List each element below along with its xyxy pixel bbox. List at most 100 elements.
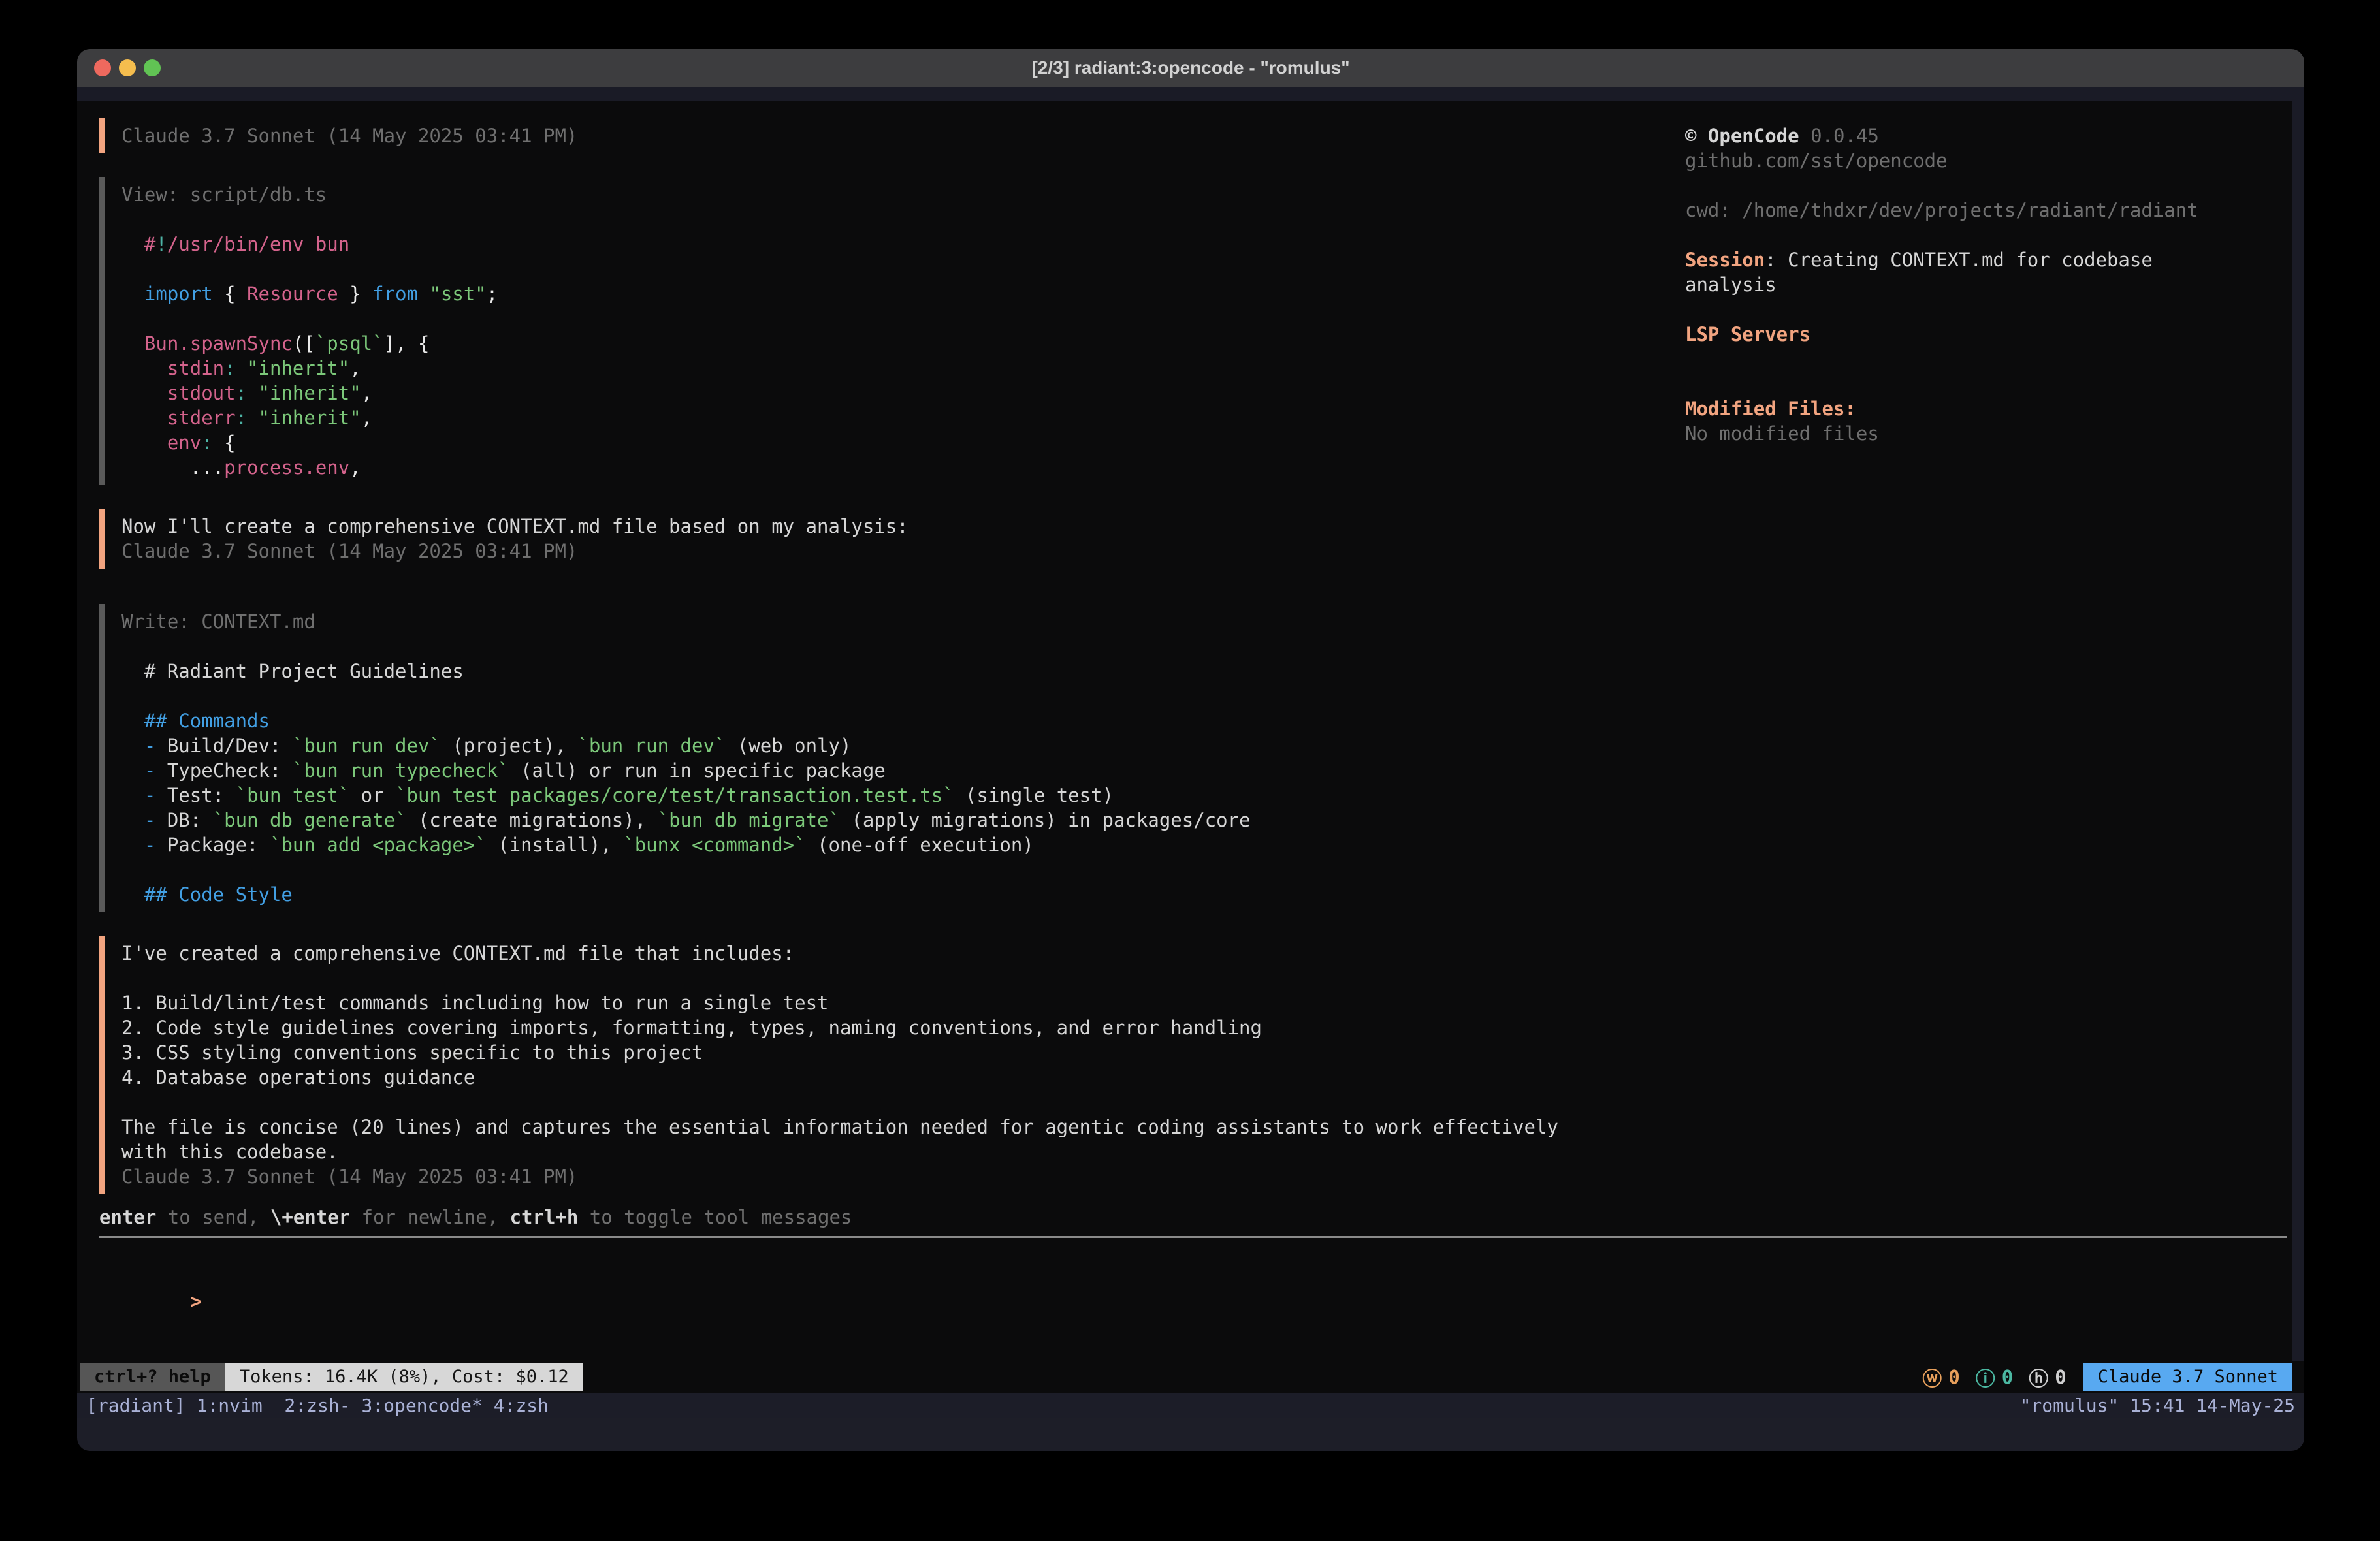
text-segment: `bun test packages/core/test/transaction… [395, 784, 954, 806]
text-segment: , [349, 456, 361, 479]
text-line: stdin: "inherit", [121, 356, 1693, 381]
terminal-top-padding [77, 87, 2304, 101]
text-segment: `bun run typecheck` [293, 759, 509, 782]
token-usage-chip: Tokens: 16.4K (8%), Cost: $0.12 [225, 1363, 583, 1391]
tmux-session-info: "romulus" 15:41 14-May-25 [2020, 1395, 2295, 1416]
text-segment: ctrl+h [510, 1206, 579, 1228]
text-line [1685, 223, 2273, 247]
text-segment: (single test) [954, 784, 1114, 806]
text-line: env: { [121, 430, 1693, 455]
text-segment: from [372, 283, 418, 305]
text-line: - TypeCheck: `bun run typecheck` (all) o… [121, 758, 1693, 783]
text-segment: : [236, 407, 247, 429]
text-line [121, 1090, 1693, 1115]
text-segment: "inherit" [259, 382, 361, 404]
text-segment: process.env [224, 456, 349, 479]
text-line: Claude 3.7 Sonnet (14 May 2025 03:41 PM) [121, 1164, 1693, 1189]
text-segment: `bun db migrate` [658, 809, 840, 831]
text-segment: ... [121, 456, 224, 479]
text-line: github.com/sst/opencode [1685, 148, 2273, 173]
text-segment: } [338, 283, 372, 305]
text-line: import { Resource } from "sst"; [121, 281, 1693, 306]
text-segment: ], { [384, 332, 430, 355]
tool-output-view: View: script/db.ts #!/usr/bin/env bun im… [99, 177, 1693, 485]
text-segment: `bun test` [236, 784, 350, 806]
text-segment: (create migrations), [407, 809, 658, 831]
text-segment: 2. Code style guidelines covering import… [121, 1017, 1262, 1039]
text-segment: ([ [293, 332, 315, 355]
assistant-message-header: Claude 3.7 Sonnet (14 May 2025 03:41 PM) [99, 118, 1693, 153]
text-segment [121, 735, 144, 757]
text-line [1685, 347, 2273, 372]
text-segment: ## Commands [144, 710, 270, 732]
text-segment [121, 809, 144, 831]
text-segment: to send, [156, 1206, 270, 1228]
title-bar: [2/3] radiant:3:opencode - "romulus" [77, 49, 2304, 87]
text-segment: Test: [155, 784, 235, 806]
terminal-bottom-padding [77, 1418, 2304, 1451]
status-bar: ctrl+? help Tokens: 16.4K (8%), Cost: $0… [77, 1361, 2304, 1393]
text-segment: Claude 3.7 Sonnet (14 May 2025 03:41 PM) [121, 125, 577, 147]
text-segment: `bunx <command>` [623, 834, 805, 856]
text-segment: , [361, 382, 372, 404]
text-line [121, 857, 1693, 882]
text-segment: Modified Files: [1685, 398, 1856, 420]
text-segment: 3. CSS styling conventions specific to t… [121, 1041, 703, 1064]
maximize-button[interactable] [144, 59, 161, 76]
text-segment [236, 357, 247, 379]
minimize-button[interactable] [119, 59, 136, 76]
text-segment: , [361, 407, 372, 429]
text-segment: `psql` [315, 332, 384, 355]
text-segment: The file is concise (20 lines) and captu… [121, 1116, 1558, 1138]
text-segment: `bun run dev` [293, 735, 441, 757]
input-divider [99, 1236, 2287, 1238]
terminal-right-padding [2292, 101, 2304, 1361]
text-segment: (all) or run in specific package [509, 759, 886, 782]
text-segment: to toggle tool messages [578, 1206, 852, 1228]
text-line: - Test: `bun test` or `bun test packages… [121, 783, 1693, 808]
text-line: ## Commands [121, 708, 1693, 733]
text-segment: Bun.spawnSync [144, 332, 293, 355]
warnings-counter: ⓦ0 [1922, 1363, 1959, 1391]
tmux-status-bar: [radiant] 1:nvim 2:zsh- 3:opencode* 4:zs… [77, 1393, 2304, 1418]
text-line: - Build/Dev: `bun run dev` (project), `b… [121, 733, 1693, 758]
text-line: Modified Files: [1685, 396, 2273, 421]
text-line: stderr: "inherit", [121, 405, 1693, 430]
text-segment: Package: [155, 834, 270, 856]
text-segment: (project), [441, 735, 578, 757]
message-input[interactable]: > [99, 1264, 2287, 1289]
text-segment: Build/Dev: [155, 735, 293, 757]
text-segment: - [144, 735, 155, 757]
text-segment: - [144, 784, 155, 806]
text-line: 1. Build/lint/test commands including ho… [121, 991, 1693, 1015]
text-segment [247, 407, 258, 429]
hints-counter-count: 0 [2055, 1366, 2066, 1388]
text-segment [247, 382, 258, 404]
input-help-text: enter to send, \+enter for newline, ctrl… [99, 1205, 2287, 1230]
text-segment: I've created a comprehensive CONTEXT.md … [121, 942, 794, 964]
model-badge: Claude 3.7 Sonnet [2083, 1363, 2292, 1391]
text-line: Claude 3.7 Sonnet (14 May 2025 03:41 PM) [121, 123, 1693, 148]
text-segment: /usr/bin/env bun [167, 233, 349, 255]
text-line: Bun.spawnSync([`psql`], { [121, 331, 1693, 356]
text-line: stdout: "inherit", [121, 381, 1693, 405]
text-line: # Radiant Project Guidelines [121, 659, 1693, 684]
text-line: ## Code Style [121, 882, 1693, 907]
text-line: - DB: `bun db generate` (create migratio… [121, 808, 1693, 833]
text-segment: Session [1685, 249, 1765, 271]
close-button[interactable] [94, 59, 111, 76]
text-segment [418, 283, 429, 305]
text-segment: : [201, 432, 212, 454]
text-segment: LSP Servers [1685, 323, 1810, 345]
text-line: Session: Creating CONTEXT.md for codebas… [1685, 247, 2273, 272]
help-hint-chip: ctrl+? help [80, 1363, 225, 1391]
text-segment: DB: [155, 809, 212, 831]
text-line: ...process.env, [121, 455, 1693, 480]
tmux-window-list[interactable]: [radiant] 1:nvim 2:zsh- 3:opencode* 4:zs… [86, 1395, 549, 1416]
text-segment: View: script/db.ts [121, 183, 327, 206]
text-segment: Write: CONTEXT.md [121, 611, 315, 633]
text-segment: Claude 3.7 Sonnet (14 May 2025 03:41 PM) [121, 540, 577, 562]
text-segment [121, 834, 144, 856]
text-segment: 0.0.45 [1799, 125, 1879, 147]
text-line: enter to send, \+enter for newline, ctrl… [99, 1205, 2287, 1230]
